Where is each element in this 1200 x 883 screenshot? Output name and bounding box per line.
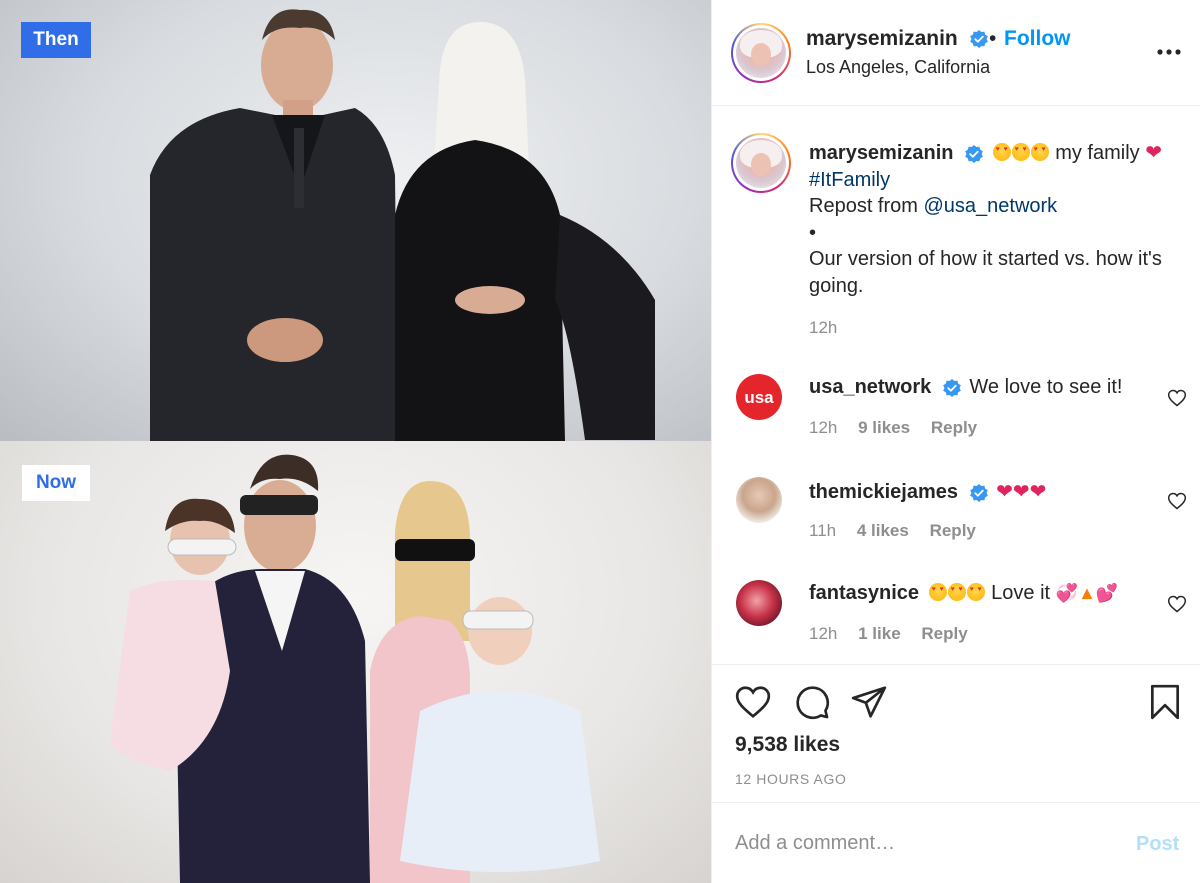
red-heart-emoji-icon: ❤: [1145, 142, 1162, 164]
comment-username[interactable]: usa_network: [809, 376, 931, 398]
comment-avatar-themickiejames[interactable]: [736, 477, 782, 523]
post-time-ago[interactable]: 12 HOURS AGO: [735, 771, 846, 787]
caption-body: Our version of how it started vs. how it…: [809, 248, 1162, 297]
comment-text: fantasynice Love it 💞▲💕: [809, 582, 1118, 605]
verified-badge-icon: [943, 378, 961, 397]
verified-badge-icon: [965, 144, 983, 163]
comment-reply-button[interactable]: Reply: [930, 521, 976, 540]
comment-avatar-fantasynice[interactable]: [736, 580, 782, 626]
author-avatar[interactable]: [731, 23, 791, 83]
caption-username[interactable]: marysemizanin: [809, 142, 954, 164]
star-struck-emoji-icon: [1011, 143, 1030, 161]
verified-badge-icon: [969, 483, 988, 502]
red-hearts-emoji-icon: ❤❤❤: [996, 481, 1047, 503]
follow-button[interactable]: Follow: [1004, 27, 1071, 51]
repost-prefix: Repost from: [809, 195, 924, 217]
now-photo: Now: [0, 441, 711, 883]
comment-bubble-icon[interactable]: [793, 683, 831, 721]
save-bookmark-icon[interactable]: [1146, 683, 1184, 721]
post-panel: marysemizanin • Follow Los Angeles, Cali…: [711, 0, 1200, 883]
heart-eyes-emoji-icon: [966, 583, 985, 601]
heart-eyes-emoji-icon: [1030, 143, 1049, 161]
comment-time[interactable]: 12h: [809, 624, 837, 643]
two-hearts-emoji-icon: 💕: [1095, 583, 1119, 603]
then-photo-figures: [150, 9, 655, 441]
add-comment-input[interactable]: [735, 825, 1115, 861]
comment-likes[interactable]: 4 likes: [857, 521, 909, 540]
comment-body: We love to see it!: [969, 376, 1123, 398]
like-comment-heart-icon[interactable]: [1167, 594, 1187, 614]
sparkling-heart-emoji-icon: 💞: [1055, 583, 1079, 603]
comment-text: usa_network We love to see it!: [809, 376, 1122, 399]
repost-handle-link[interactable]: @usa_network: [923, 195, 1057, 217]
post-media[interactable]: Then Now: [0, 0, 711, 883]
caption-line-1: my family: [1049, 142, 1146, 164]
comment-time[interactable]: 12h: [809, 418, 837, 437]
heart-eyes-emoji-icon: [992, 143, 1011, 161]
then-photo: Then: [0, 0, 711, 441]
comment-meta: 12h 1 like Reply: [809, 624, 984, 644]
author-username-text[interactable]: marysemizanin: [806, 27, 958, 50]
caption-text: marysemizanin my family ❤ #ItFamily Repo…: [809, 140, 1179, 299]
comment-time[interactable]: 11h: [809, 521, 836, 540]
comment-body: Love it: [985, 582, 1056, 604]
like-comment-heart-icon[interactable]: [1167, 491, 1187, 511]
comment-reply-button[interactable]: Reply: [921, 624, 967, 643]
share-paper-plane-icon[interactable]: [850, 683, 888, 721]
comment-item: fantasynice Love it 💞▲💕 12h 1 like Reply: [712, 580, 1200, 670]
comment-meta: 12h 9 likes Reply: [809, 418, 993, 438]
post-comment-button[interactable]: Post: [1136, 833, 1179, 856]
comment-username[interactable]: fantasynice: [809, 582, 919, 604]
caption-avatar[interactable]: [731, 133, 791, 193]
likes-count[interactable]: 9,538 likes: [735, 733, 840, 757]
verified-badge-icon: [969, 30, 988, 49]
hashtag-link[interactable]: #ItFamily: [809, 169, 890, 191]
comment-likes[interactable]: 1 like: [858, 624, 901, 643]
comment-item: usa usa_network We love to see it! 12h 9…: [712, 374, 1200, 464]
usa-logo-text: usa: [744, 388, 774, 407]
then-label: Then: [21, 22, 91, 58]
comment-item: themickiejames ❤❤❤ 11h 4 likes Reply: [712, 477, 1200, 567]
comment-username[interactable]: themickiejames: [809, 481, 958, 503]
header-separator: •: [989, 27, 997, 50]
post-location[interactable]: Los Angeles, California: [806, 57, 990, 78]
caption-bullet: •: [809, 221, 817, 244]
comment-likes[interactable]: 9 likes: [858, 418, 910, 437]
caption-timestamp[interactable]: 12h: [809, 318, 837, 338]
like-comment-heart-icon[interactable]: [1167, 388, 1187, 408]
comment-avatar-usa-network[interactable]: usa: [736, 374, 782, 420]
heart-eyes-emoji-icon: [947, 583, 966, 601]
now-label: Now: [22, 465, 90, 501]
usa-logo-icon: usa: [744, 388, 774, 407]
comment-text: themickiejames ❤❤❤: [809, 479, 1046, 504]
post-header: marysemizanin • Follow Los Angeles, Cali…: [712, 0, 1200, 106]
author-username[interactable]: marysemizanin: [806, 27, 988, 51]
like-heart-icon[interactable]: [734, 683, 772, 721]
fire-emoji-icon: ▲: [1078, 583, 1096, 603]
add-comment-bar: Post: [712, 802, 1200, 883]
now-photo-figures: [110, 454, 600, 883]
more-options-icon[interactable]: [1152, 36, 1186, 66]
heart-eyes-emoji-icon: [928, 583, 947, 601]
comment-meta: 11h 4 likes Reply: [809, 521, 992, 541]
comment-reply-button[interactable]: Reply: [931, 418, 977, 437]
